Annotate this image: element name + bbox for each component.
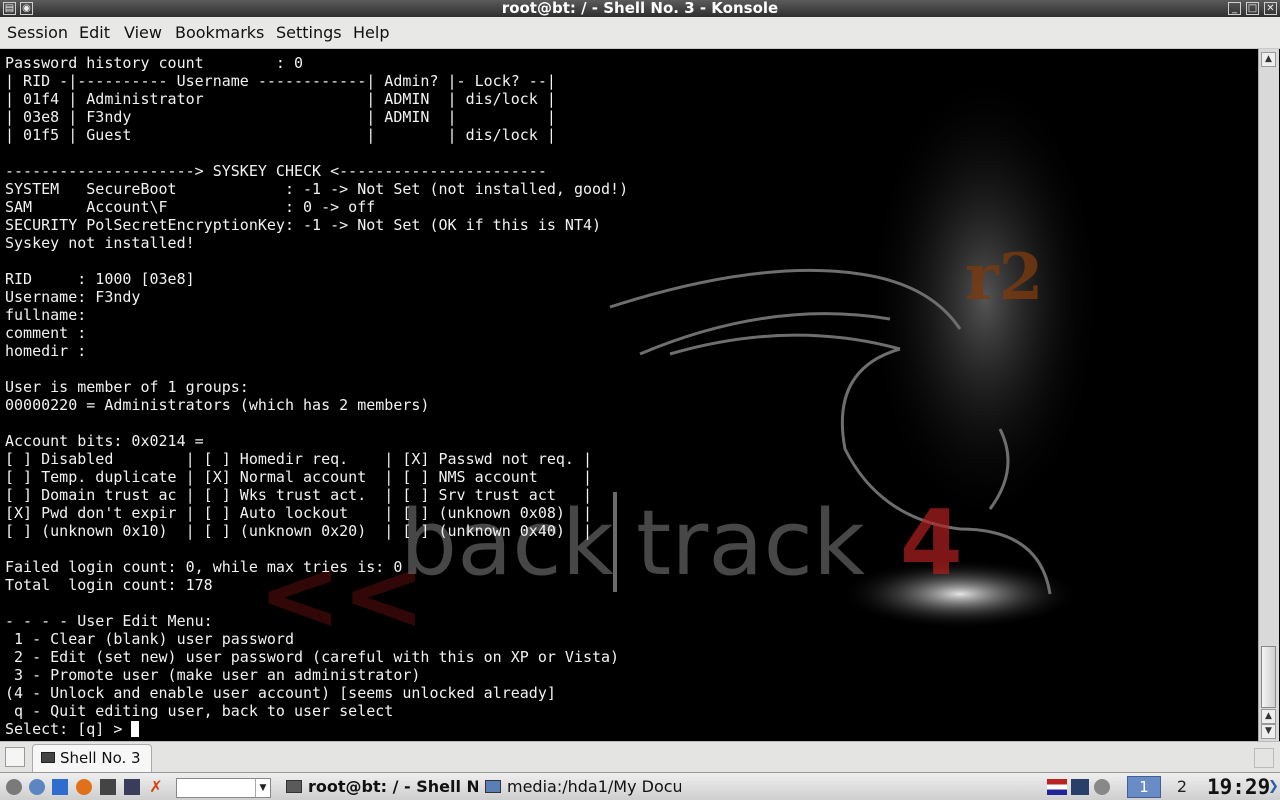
scroll-down-arrow-icon[interactable]: ▼ — [1261, 724, 1276, 739]
chevron-down-icon[interactable]: ▼ — [255, 779, 270, 797]
terminal-lines: Password history count : 0 | RID -|-----… — [5, 54, 629, 720]
window-titlebar[interactable]: ▤ ◉ root@bt: / - Shell No. 3 - Konsole _… — [0, 0, 1280, 17]
kde-taskbar: ✗ ▼ root@bt: / - Shell No. media:/hda1/M… — [0, 772, 1280, 800]
scroll-up-arrow-icon[interactable]: ▲ — [1261, 709, 1276, 724]
menu-view[interactable]: View — [124, 17, 162, 48]
new-tab-button[interactable] — [5, 747, 25, 767]
logo-text-track: track — [636, 491, 865, 596]
task-file-browser[interactable]: media:/hda1/My Docum — [485, 775, 681, 799]
menu-bookmarks[interactable]: Bookmarks — [175, 17, 264, 48]
kmenu-icon[interactable] — [6, 779, 22, 795]
konsole-task-icon — [286, 780, 302, 793]
tools-icon[interactable]: ✗ — [148, 779, 164, 795]
logo-number: 4 — [900, 491, 963, 596]
terminal-prompt: Select: [q] > — [5, 720, 132, 738]
task-konsole-label: root@bt: / - Shell No. — [308, 777, 478, 796]
scrollbar-thumb[interactable] — [1261, 646, 1276, 708]
terminal-output: Password history count : 0 | RID -|-----… — [5, 54, 628, 738]
task-file-browser-label: media:/hda1/My Docum — [507, 777, 681, 796]
menu-edit[interactable]: Edit — [79, 17, 110, 48]
maximize-icon[interactable]: □ — [1246, 2, 1259, 15]
terminal-launcher-icon[interactable] — [124, 779, 140, 795]
clock[interactable]: 19:29 — [1207, 775, 1270, 799]
tab-bar: Shell No. 3 — [0, 741, 1280, 773]
system-settings-icon[interactable] — [29, 779, 45, 795]
file-manager-icon[interactable] — [52, 779, 68, 795]
scroll-up-arrow-icon[interactable]: ▲ — [1261, 52, 1276, 67]
tab-label: Shell No. 3 — [60, 749, 141, 767]
close-icon[interactable]: ✕ — [1264, 2, 1277, 15]
text-cursor — [131, 721, 140, 737]
window-title: root@bt: / - Shell No. 3 - Konsole — [501, 0, 779, 17]
keyboard-layout-flag-icon[interactable] — [1047, 779, 1067, 795]
quick-command-combobox[interactable]: ▼ — [176, 778, 271, 798]
task-konsole[interactable]: root@bt: / - Shell No. — [286, 775, 478, 799]
konsole-icon[interactable] — [100, 779, 116, 795]
menu-help[interactable]: Help — [353, 17, 389, 48]
pager-desktop-1[interactable]: 1 — [1127, 776, 1161, 798]
menu-session[interactable]: Session — [7, 17, 68, 48]
terminal-icon — [41, 752, 55, 763]
close-tab-button[interactable] — [1254, 748, 1274, 768]
pager-desktop-2[interactable]: 2 — [1165, 776, 1199, 798]
minimize-icon[interactable]: _ — [1228, 2, 1241, 15]
chevron-right-icon[interactable]: ❯ — [1268, 777, 1280, 797]
menu-settings[interactable]: Settings — [276, 17, 342, 48]
tab-shell-3[interactable]: Shell No. 3 — [32, 744, 152, 772]
terminal-view[interactable]: r2 << back track 4 Password history coun… — [0, 49, 1258, 741]
logo-badge: r2 — [965, 240, 1043, 315]
folder-task-icon — [485, 780, 501, 793]
terminal-scrollbar[interactable]: ▲ ▲ ▼ — [1258, 49, 1279, 741]
menu-bar: Session Edit View Bookmarks Settings Hel… — [0, 17, 1280, 49]
klipper-icon[interactable] — [1094, 779, 1110, 795]
firefox-icon[interactable] — [76, 779, 92, 795]
network-icon[interactable] — [1071, 779, 1089, 795]
